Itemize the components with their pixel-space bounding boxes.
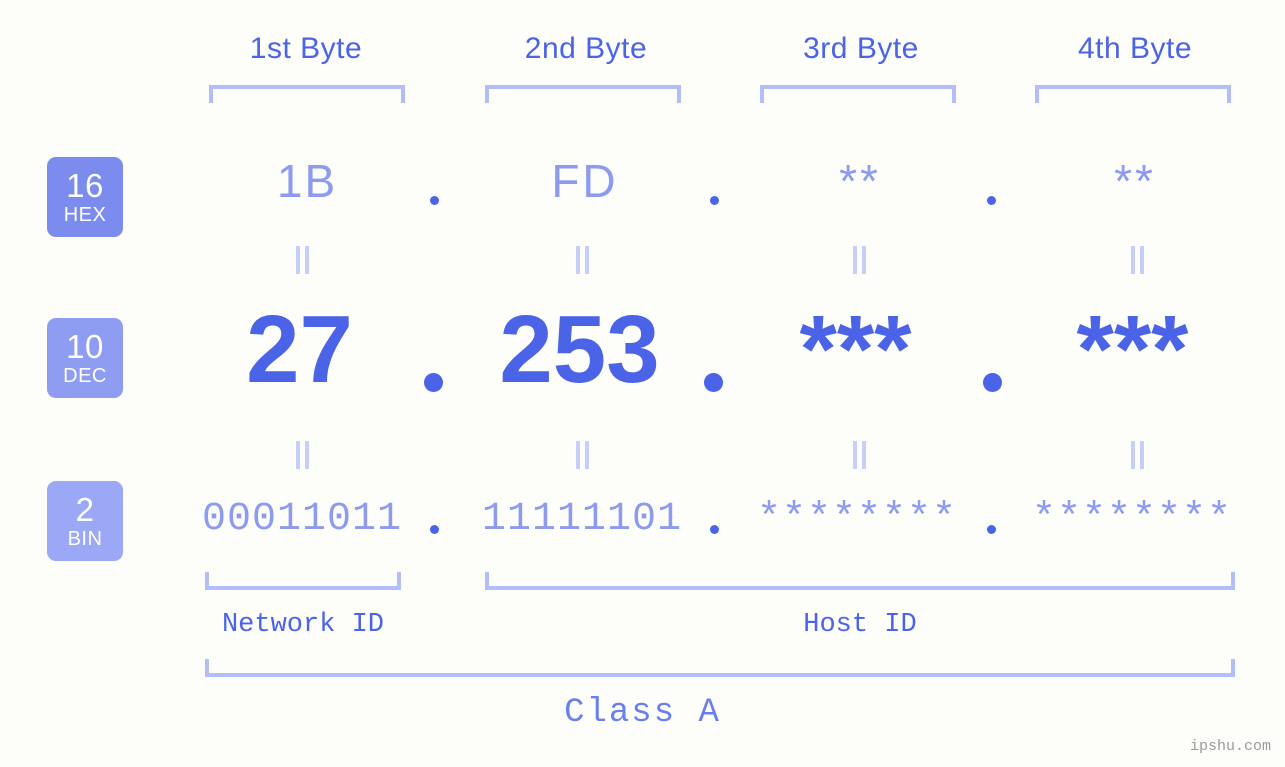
radix-badge-bin: 2 BIN [47, 481, 123, 561]
radix-badge-hex-unit: HEX [63, 204, 107, 226]
class-label: Class A [564, 694, 721, 732]
bin-separator-dot-3 [987, 525, 996, 534]
radix-badge-dec-number: 10 [66, 328, 104, 365]
dec-byte-4: *** [1076, 296, 1189, 403]
dec-separator-dot-2 [704, 373, 723, 392]
equals-connector-hex-dec-4 [1128, 246, 1148, 274]
byte-header-1: 1st Byte [249, 32, 363, 65]
radix-badge-hex: 16 HEX [47, 157, 123, 237]
bin-byte-2: 11111101 [482, 497, 683, 542]
byte-bracket-3 [760, 85, 956, 103]
dec-byte-3: *** [799, 296, 912, 403]
equals-connector-dec-bin-2 [573, 441, 593, 469]
bin-byte-3: ******** [757, 497, 958, 542]
byte-header-3: 3rd Byte [803, 32, 919, 65]
radix-badge-bin-unit: BIN [67, 528, 103, 550]
radix-badge-dec: 10 DEC [47, 318, 123, 398]
equals-connector-hex-dec-2 [573, 246, 593, 274]
class-bracket [205, 659, 1235, 677]
byte-bracket-1 [209, 85, 405, 103]
hex-separator-dot-2 [710, 196, 719, 205]
hex-byte-1: 1B [276, 155, 338, 207]
dec-byte-2: 253 [499, 296, 660, 403]
equals-connector-dec-bin-1 [293, 441, 313, 469]
byte-bracket-4 [1035, 85, 1231, 103]
equals-connector-hex-dec-1 [293, 246, 313, 274]
bin-byte-4: ******** [1032, 497, 1233, 542]
radix-badge-bin-number: 2 [75, 491, 95, 528]
hex-separator-dot-3 [987, 196, 996, 205]
equals-connector-hex-dec-3 [850, 246, 870, 274]
dec-byte-1: 27 [246, 296, 353, 403]
network-id-label: Network ID [221, 610, 385, 640]
ip-address-diagram: 1st Byte 2nd Byte 3rd Byte 4th Byte 16 H… [0, 0, 1285, 767]
byte-bracket-2 [485, 85, 681, 103]
bin-byte-1: 00011011 [202, 497, 403, 542]
hex-byte-3: ** [839, 155, 881, 207]
dec-separator-dot-3 [983, 373, 1002, 392]
host-id-label: Host ID [803, 610, 917, 640]
byte-header-2: 2nd Byte [524, 32, 648, 65]
equals-connector-dec-bin-3 [850, 441, 870, 469]
network-id-bracket [205, 572, 401, 590]
radix-badge-dec-unit: DEC [63, 365, 107, 387]
radix-badge-hex-number: 16 [66, 167, 104, 204]
byte-header-4: 4th Byte [1077, 32, 1193, 65]
bin-separator-dot-2 [710, 525, 719, 534]
equals-connector-dec-bin-4 [1128, 441, 1148, 469]
dec-separator-dot-1 [424, 373, 443, 392]
hex-separator-dot-1 [430, 196, 439, 205]
hex-byte-2: FD [551, 155, 619, 207]
site-watermark: ipshu.com [1189, 738, 1271, 755]
host-id-bracket [485, 572, 1235, 590]
hex-byte-4: ** [1114, 155, 1156, 207]
bin-separator-dot-1 [430, 525, 439, 534]
